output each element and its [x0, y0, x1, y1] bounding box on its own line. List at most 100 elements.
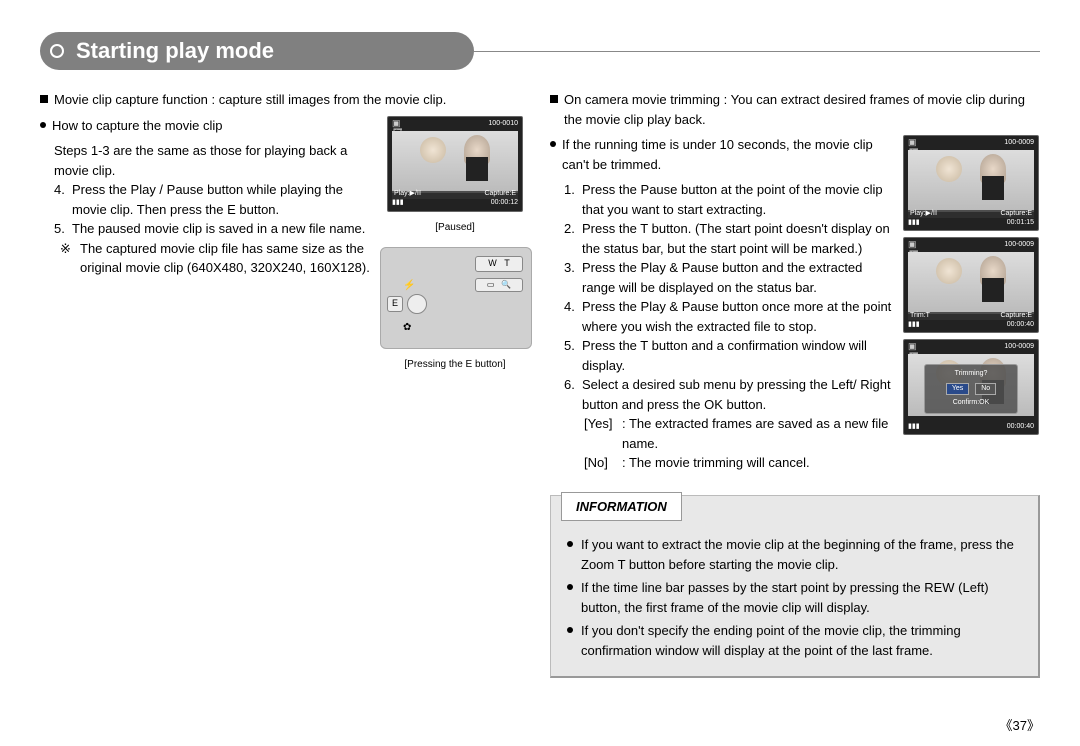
lcd-file: 100-0009	[1004, 240, 1034, 251]
howto-line: How to capture the movie clip	[40, 116, 370, 136]
step-text: Press the T button and a confirmation wi…	[582, 336, 892, 375]
step-num: 3.	[564, 258, 578, 297]
right-body: If the running time is under 10 seconds,…	[550, 135, 1040, 473]
step-text: Press the Play & Pause button once more …	[582, 297, 892, 336]
pre-steps: Steps 1-3 are the same as those for play…	[40, 141, 370, 180]
step-num: 6.	[564, 375, 578, 414]
right-intro-text: On camera movie trimming : You can extra…	[564, 90, 1040, 129]
no-label: [No]	[584, 453, 620, 473]
lcd-photo	[392, 131, 518, 193]
zoom-rocker: W T	[475, 256, 523, 272]
lcd-time: 00:00:40	[1007, 320, 1034, 331]
information-box: INFORMATION If you want to extract the m…	[550, 495, 1040, 679]
t-label: T	[504, 257, 510, 271]
dot-bullet-icon	[567, 541, 573, 547]
no-line: [No]: The movie trimming will cancel.	[550, 453, 892, 473]
info-item: If you don't specify the ending point of…	[567, 621, 1022, 660]
howto-text: How to capture the movie clip	[52, 116, 223, 136]
title-rule	[474, 51, 1040, 52]
lcd-trim-confirm: ▣🎞 100-0009 Trimming? Yes No Confirm:OK …	[903, 339, 1039, 435]
left-intro: Movie clip capture function : capture st…	[40, 90, 530, 110]
dialog-title: Trimming?	[929, 369, 1013, 380]
dialog-no: No	[975, 383, 996, 396]
dot-bullet-icon	[567, 584, 573, 590]
lcd-photo	[908, 150, 1034, 212]
trim-dialog: Trimming? Yes No Confirm:OK	[924, 364, 1018, 414]
lcd-paused: ▣🎞 100-0010 Play:▶/ⅠⅠ Capture:E ▮▮▮ 00:0…	[387, 116, 523, 212]
dot-bullet-icon	[550, 141, 556, 147]
note-text: The captured movie clip file has same si…	[80, 239, 370, 278]
camera-back-illustration: W T ▭ 🔍 E ⚡ ✿	[380, 247, 532, 349]
rstep-3: 3.Press the Play & Pause button and the …	[550, 258, 892, 297]
dpad-center	[407, 294, 427, 314]
rstep-4: 4.Press the Play & Pause button once mor…	[550, 297, 892, 336]
step-text: Press the T button. (The start point doe…	[582, 219, 892, 258]
step-num: 4.	[564, 297, 578, 336]
info-text: If you don't specify the ending point of…	[581, 621, 1022, 660]
note: ※ The captured movie clip file has same …	[40, 239, 370, 278]
right-column: On camera movie trimming : You can extra…	[550, 90, 1040, 678]
rstep-1: 1.Press the Pause button at the point of…	[550, 180, 892, 219]
lcd-time: 00:01:15	[1007, 218, 1034, 229]
step-num: 5.	[54, 219, 68, 239]
flash-icon: ⚡	[403, 278, 415, 293]
square-bullet-icon	[550, 95, 558, 103]
lcd-file: 100-0009	[1004, 342, 1034, 353]
info-body: If you want to extract the movie clip at…	[551, 531, 1038, 676]
step-text: Press the Play / Pause button while play…	[72, 180, 370, 219]
no-text: : The movie trimming will cancel.	[622, 453, 810, 473]
lcd-time: 00:00:12	[491, 198, 518, 209]
macro-icon: ✿	[403, 320, 411, 335]
yes-text: : The extracted frames are saved as a ne…	[622, 414, 892, 453]
lcd-time: 00:00:40	[1007, 422, 1034, 433]
lcd-photo	[908, 252, 1034, 314]
dot-bullet-icon	[40, 122, 46, 128]
info-text: If the time line bar passes by the start…	[581, 578, 1022, 617]
step-4: 4.Press the Play / Pause button while pl…	[40, 180, 370, 219]
dialog-confirm: Confirm:OK	[929, 398, 1013, 409]
step-text: Select a desired sub menu by pressing th…	[582, 375, 892, 414]
step-text: The paused movie clip is saved in a new …	[72, 219, 365, 239]
lcd-status: ▮▮▮ 00:00:12	[392, 198, 518, 209]
step-text: Press the Play & Pause button and the ex…	[582, 258, 892, 297]
lcd-file: 100-0010	[488, 119, 518, 130]
caption-paused: [Paused]	[380, 220, 530, 235]
battery-icon: ▮▮▮	[908, 218, 920, 229]
rstep-5: 5.Press the T button and a confirmation …	[550, 336, 892, 375]
e-button: E	[387, 296, 403, 312]
yes-label: [Yes]	[584, 414, 620, 453]
battery-icon: ▮▮▮	[908, 422, 920, 433]
lcd-status: ▮▮▮ 00:01:15	[908, 218, 1034, 229]
note-mark-icon: ※	[60, 239, 74, 278]
title-text: Starting play mode	[76, 38, 274, 63]
info-title: INFORMATION	[561, 492, 682, 522]
battery-icon: ▮▮▮	[392, 198, 404, 209]
title-dot-icon	[50, 44, 64, 58]
dot-bullet-icon	[567, 627, 573, 633]
lcd-status: ▮▮▮00:00:40	[908, 320, 1034, 331]
cond-text: If the running time is under 10 seconds,…	[562, 135, 892, 174]
lcd-file: 100-0009	[1004, 138, 1034, 149]
step-num: 2.	[564, 219, 578, 258]
zoom-icons: ▭ 🔍	[475, 278, 523, 292]
w-label: W	[488, 257, 497, 271]
step-text: Press the Pause button at the point of t…	[582, 180, 892, 219]
title-bar: Starting play mode	[40, 30, 1040, 72]
step-num: 1.	[564, 180, 578, 219]
left-intro-text: Movie clip capture function : capture st…	[54, 90, 446, 110]
left-text: How to capture the movie clip Steps 1-3 …	[40, 116, 370, 278]
left-screens: ▣🎞 100-0010 Play:▶/ⅠⅠ Capture:E ▮▮▮ 00:0…	[380, 116, 530, 372]
lcd-trim-a: ▣🎞 100-0009 Play:▶/ⅠⅠ Capture:E ▮▮▮00:01…	[903, 135, 1039, 231]
info-text: If you want to extract the movie clip at…	[581, 535, 1022, 574]
lcd-trim-b: ▣🎞 100-0009 Trim:T Capture:E ▮▮▮00:00:40	[903, 237, 1039, 333]
yes-line: [Yes]: The extracted frames are saved as…	[550, 414, 892, 453]
content-columns: Movie clip capture function : capture st…	[40, 90, 1040, 678]
right-screens: ▣🎞 100-0009 Play:▶/ⅠⅠ Capture:E ▮▮▮00:01…	[902, 135, 1040, 435]
dialog-options: Yes No	[929, 383, 1013, 396]
left-body: How to capture the movie clip Steps 1-3 …	[40, 116, 530, 372]
magnifier-icon: 🔍	[501, 279, 511, 291]
page-number: 《37》	[1000, 715, 1040, 734]
page-title: Starting play mode	[40, 32, 474, 70]
cond-line: If the running time is under 10 seconds,…	[550, 135, 892, 174]
caption-ebutton: [Pressing the E button]	[380, 357, 530, 372]
